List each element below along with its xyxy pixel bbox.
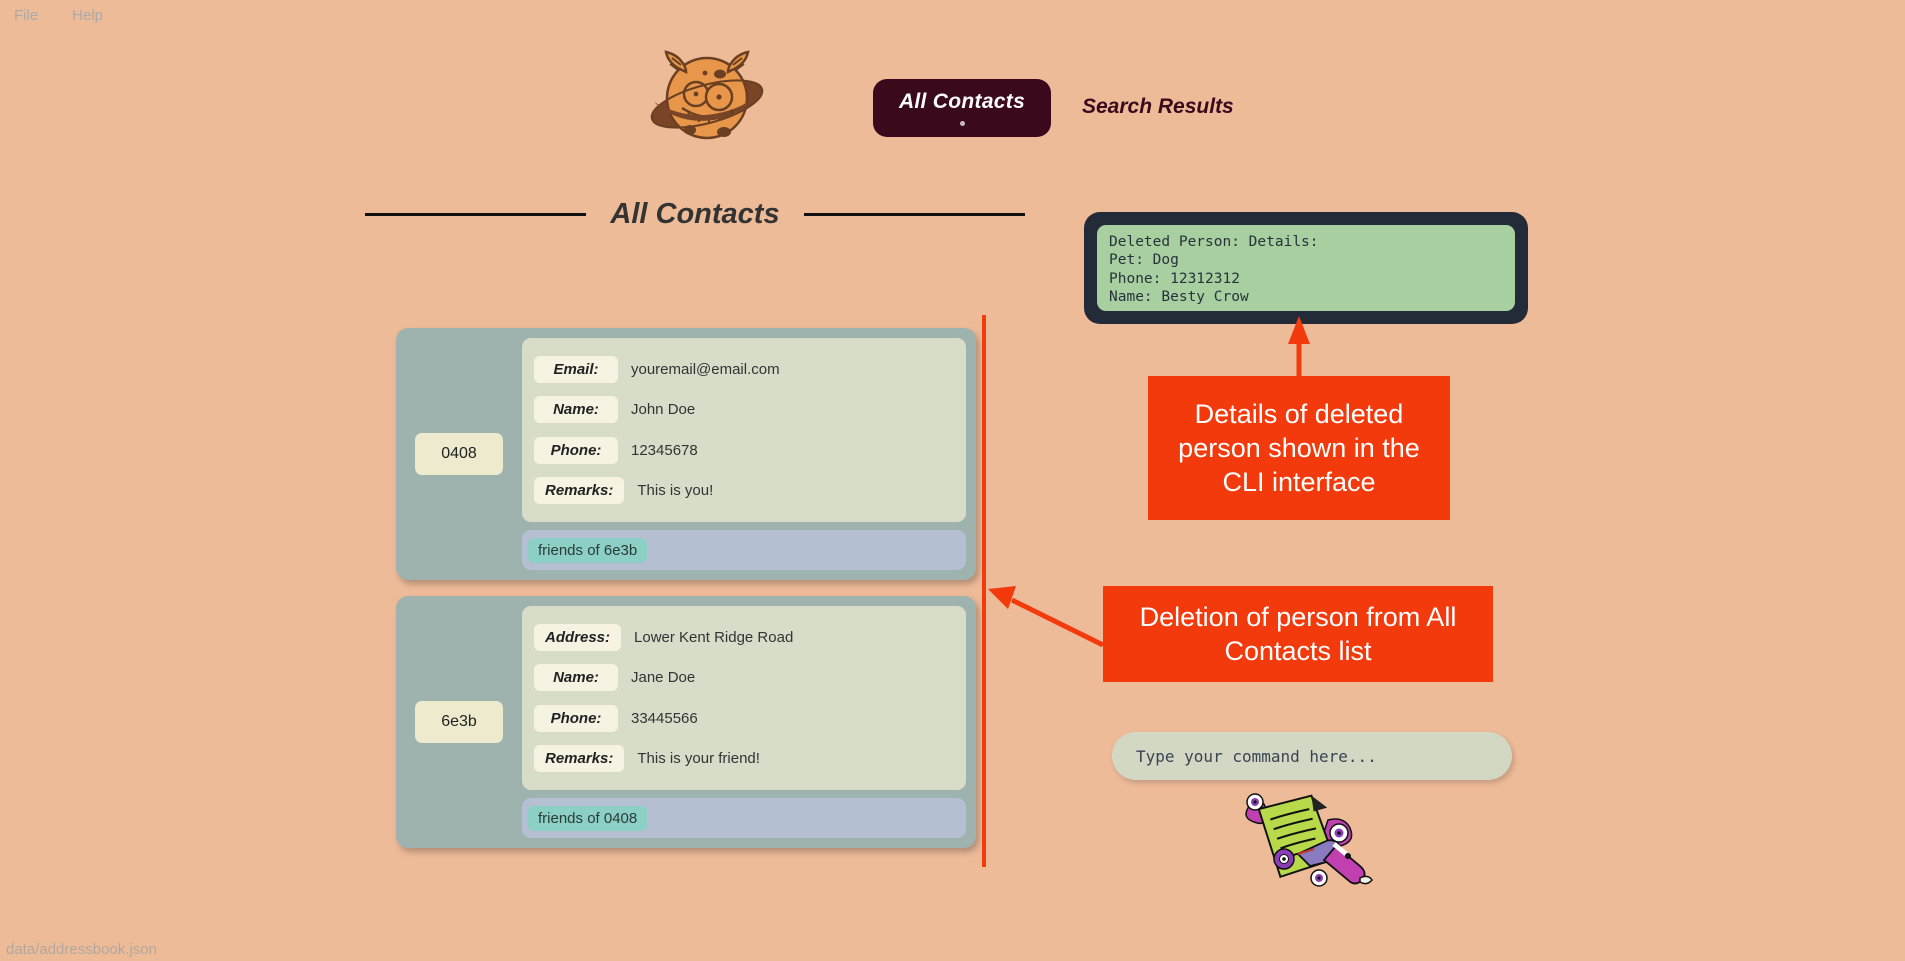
contact-tag-bar: friends of 0408	[522, 798, 966, 838]
menu-bar: File Help	[0, 0, 1905, 30]
status-bar-path: data/addressbook.json	[6, 940, 157, 958]
field-key: Name:	[534, 396, 618, 424]
contact-tag-bar: friends of 6e3b	[522, 530, 966, 570]
command-input[interactable]	[1112, 732, 1512, 780]
menu-item-file[interactable]: File	[8, 5, 44, 26]
field-value: This is your friend!	[637, 750, 760, 768]
field-value: This is you!	[637, 482, 714, 500]
tab-search-results[interactable]: Search Results	[1082, 95, 1234, 119]
contact-card[interactable]: 0408 Email: youremail@email.com Name: Jo…	[396, 328, 976, 580]
field-value: youremail@email.com	[631, 360, 780, 378]
field-row: Phone: 12345678	[522, 434, 966, 466]
field-row: Phone: 33445566	[522, 702, 966, 734]
field-value: Jane Doe	[631, 669, 696, 687]
contact-id-badge: 0408	[415, 433, 503, 475]
status-bar: data/addressbook.json	[0, 933, 1905, 961]
field-value: 33445566	[631, 709, 698, 727]
page-title: All Contacts	[365, 193, 1025, 235]
field-key: Name:	[534, 664, 618, 692]
field-row: Remarks: This is your friend!	[522, 743, 966, 775]
field-key: Remarks:	[534, 745, 625, 773]
contact-card[interactable]: 6e3b Address: Lower Kent Ridge Road Name…	[396, 596, 976, 848]
field-key: Address:	[534, 623, 622, 651]
title-rule-left	[365, 212, 587, 216]
field-value: 12345678	[631, 441, 698, 459]
field-row: Name: John Doe	[522, 394, 966, 426]
field-row: Remarks: This is you!	[522, 475, 966, 507]
field-row: Email: youremail@email.com	[522, 353, 966, 385]
cli-output-panel: Deleted Person: Details: Pet: Dog Phone:…	[1084, 212, 1528, 324]
contact-tag-chip[interactable]: friends of 6e3b	[528, 537, 648, 563]
tab-all-contacts[interactable]: All Contacts	[873, 79, 1051, 137]
contact-details-column: Address: Lower Kent Ridge Road Name: Jan…	[522, 596, 976, 848]
field-key: Email:	[534, 355, 618, 383]
page-title-label: All Contacts	[610, 197, 780, 230]
planet-monster-logo-icon	[648, 42, 766, 152]
contact-tag-chip[interactable]: friends of 0408	[528, 805, 648, 831]
field-key: Phone:	[534, 704, 618, 732]
tab-active-indicator-dot	[959, 121, 965, 126]
contact-fields: Email: youremail@email.com Name: John Do…	[522, 338, 966, 522]
annotation-callout: Deletion of person from All Contacts lis…	[1103, 586, 1493, 682]
field-key: Remarks:	[534, 477, 625, 505]
app-window: File Help All Contacts Search Results Al…	[0, 0, 1905, 961]
field-value: Lower Kent Ridge Road	[634, 628, 794, 646]
contact-fields: Address: Lower Kent Ridge Road Name: Jan…	[522, 606, 966, 790]
contact-id-badge: 6e3b	[415, 701, 503, 743]
tab-all-contacts-label: All Contacts	[898, 90, 1026, 113]
contact-details-column: Email: youremail@email.com Name: John Do…	[522, 328, 976, 580]
contact-id-column: 0408	[396, 328, 522, 580]
cli-output-text: Deleted Person: Details: Pet: Dog Phone:…	[1097, 225, 1515, 311]
field-row: Address: Lower Kent Ridge Road	[522, 621, 966, 653]
contact-id-column: 6e3b	[396, 596, 522, 848]
field-key: Phone:	[534, 436, 618, 464]
title-rule-right	[803, 212, 1025, 216]
field-value: John Doe	[631, 401, 696, 419]
deletion-indicator-line	[982, 315, 986, 867]
menu-item-help[interactable]: Help	[66, 5, 109, 26]
field-row: Name: Jane Doe	[522, 662, 966, 694]
notepad-writing-icon	[1236, 786, 1376, 890]
annotation-callout: Details of deleted person shown in the C…	[1148, 376, 1450, 520]
